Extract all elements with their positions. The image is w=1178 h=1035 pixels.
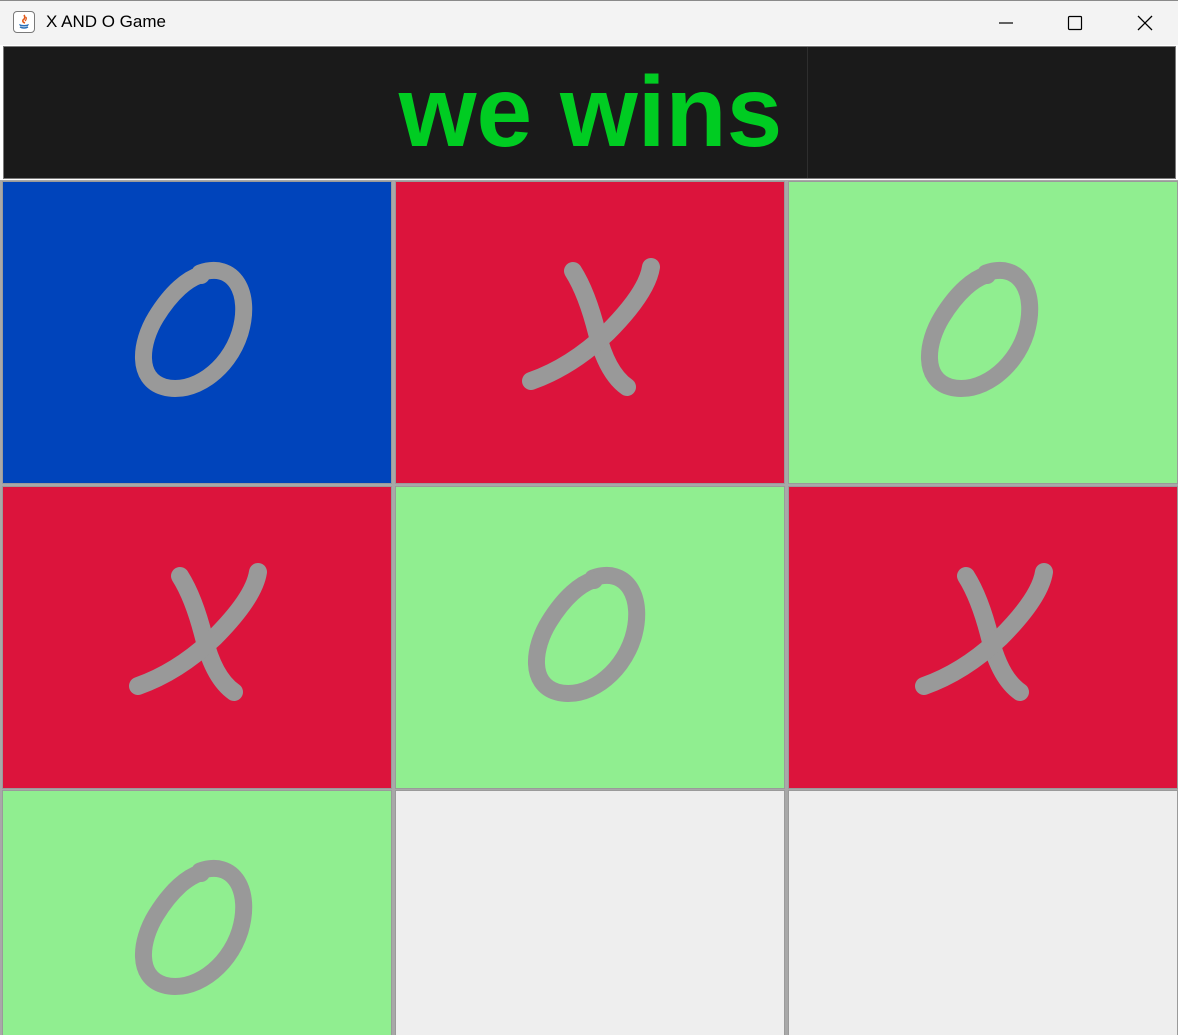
- close-icon: [1137, 15, 1153, 31]
- maximize-button[interactable]: [1040, 1, 1110, 45]
- minimize-button[interactable]: [971, 1, 1041, 45]
- x-mark-icon: [129, 562, 267, 701]
- o-mark-icon: [135, 261, 253, 397]
- cell-7[interactable]: [2, 790, 392, 1035]
- window-title: X AND O Game: [46, 12, 166, 31]
- close-button[interactable]: [1110, 1, 1178, 45]
- title-bar[interactable]: X AND O Game: [0, 0, 1178, 45]
- x-mark-icon: [915, 562, 1053, 701]
- x-mark-icon: [522, 257, 660, 396]
- cell-9[interactable]: [788, 790, 1178, 1035]
- o-mark-icon: [135, 860, 253, 995]
- game-board: [0, 180, 1178, 1035]
- o-mark-icon: [528, 566, 646, 702]
- cell-6[interactable]: [788, 486, 1178, 789]
- maximize-icon: [1067, 15, 1083, 31]
- cell-1[interactable]: [2, 181, 392, 484]
- cell-8[interactable]: [395, 790, 785, 1035]
- cell-5[interactable]: [395, 486, 785, 789]
- status-banner: we wins: [3, 46, 1176, 179]
- cell-3[interactable]: [788, 181, 1178, 484]
- cell-2[interactable]: [395, 181, 785, 484]
- minimize-icon: [999, 22, 1013, 24]
- o-mark-icon: [921, 261, 1039, 397]
- game-window: X AND O Game we wins: [0, 0, 1178, 1035]
- java-app-icon: [13, 11, 35, 33]
- cell-4[interactable]: [2, 486, 392, 789]
- winner-message: we wins: [398, 56, 783, 168]
